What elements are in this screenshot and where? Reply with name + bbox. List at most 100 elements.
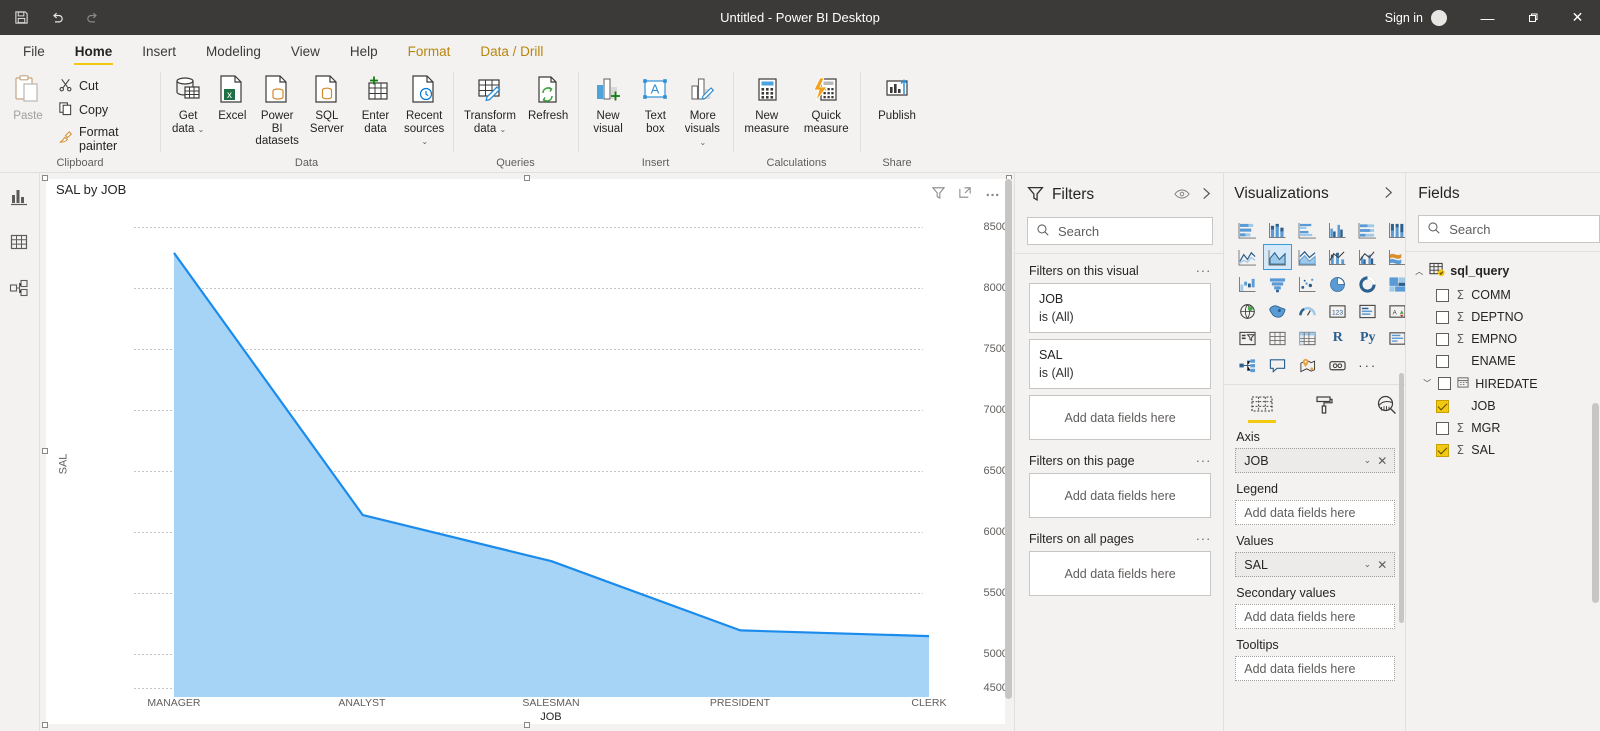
close-button[interactable]: ✕ — [1555, 0, 1600, 35]
well-dropzone-legend[interactable]: Add data fields here — [1235, 500, 1396, 525]
field-checkbox[interactable] — [1436, 332, 1450, 346]
focus-mode-icon[interactable] — [958, 185, 973, 203]
chevron-down-icon[interactable]: ⌄ — [1364, 559, 1372, 570]
viz-r-script-visual[interactable]: R — [1323, 325, 1352, 351]
sql-server-button[interactable]: SQL Server — [302, 70, 352, 137]
more-visuals-button[interactable]: More visuals ⌄ — [677, 70, 729, 152]
viz-scatter-chart[interactable] — [1293, 271, 1322, 297]
visualizations-scroll-thumb[interactable] — [1399, 373, 1405, 623]
redo-icon[interactable] — [82, 7, 104, 29]
excel-button[interactable]: x Excel — [212, 70, 252, 125]
viz-multi-row-card-visual[interactable] — [1353, 298, 1382, 324]
viz-format-tab[interactable] — [1308, 391, 1340, 421]
cut-button[interactable]: Cut — [52, 74, 156, 98]
fields-scroll-thumb[interactable] — [1592, 403, 1599, 603]
viz-filled-map-visual[interactable] — [1263, 298, 1292, 324]
ribbon-tab-insert[interactable]: Insert — [127, 40, 191, 65]
ribbon-tab-format[interactable]: Format — [393, 40, 466, 65]
restore-button[interactable] — [1510, 0, 1555, 35]
field-checkbox[interactable] — [1436, 421, 1450, 435]
new-visual-button[interactable]: New visual — [582, 70, 634, 137]
visualizations-scrollbar[interactable] — [1399, 373, 1405, 731]
data-view-button[interactable] — [3, 227, 35, 259]
filter-icon[interactable] — [931, 185, 946, 203]
fields-table-sql-query[interactable]: ︿ sql_query — [1406, 258, 1600, 284]
viz-clustered-bar-chart[interactable] — [1293, 217, 1322, 243]
remove-field-icon[interactable]: ✕ — [1377, 454, 1390, 468]
field-item-mgr[interactable]: Σ MGR — [1406, 417, 1600, 439]
remove-field-icon[interactable]: ✕ — [1377, 558, 1390, 572]
viz-qna-visual[interactable] — [1263, 352, 1292, 378]
chart-plot-area[interactable]: SAL 8500 8000 7500 7000 6500 6000 5500 5… — [46, 203, 1008, 724]
avatar[interactable] — [1431, 9, 1447, 26]
filters-visual-section-menu[interactable]: ··· — [1196, 264, 1212, 278]
viz-pie-chart[interactable] — [1323, 271, 1352, 297]
ribbon-tab-help[interactable]: Help — [335, 40, 393, 65]
well-chip-values-sal[interactable]: SAL ⌄ ✕ — [1235, 552, 1396, 577]
field-checkbox[interactable] — [1438, 377, 1452, 390]
chevron-up-icon[interactable]: ︿ — [1414, 266, 1424, 277]
field-item-sal[interactable]: Σ SAL — [1406, 439, 1600, 461]
viz-line-and-clustered-column-chart[interactable] — [1353, 244, 1382, 270]
recent-sources-button[interactable]: Recent sources ⌄ — [399, 70, 449, 151]
field-item-deptno[interactable]: Σ DEPTNO — [1406, 306, 1600, 328]
viz-slicer-visual[interactable] — [1233, 325, 1262, 351]
collapse-visualizations-chevron-right-icon[interactable] — [1382, 186, 1395, 202]
field-checkbox[interactable] — [1436, 354, 1450, 368]
power-bi-datasets-button[interactable]: Power BI datasets — [252, 70, 302, 150]
collapse-filters-chevron-right-icon[interactable] — [1200, 187, 1213, 203]
visual-container[interactable]: SAL by JOB SAL 8500 8000 7500 7000 6500 … — [41, 175, 1012, 728]
field-item-empno[interactable]: Σ EMPNO — [1406, 328, 1600, 350]
viz-line-chart[interactable] — [1233, 244, 1262, 270]
viz-more-visuals-options[interactable]: ··· — [1353, 352, 1382, 378]
minimize-button[interactable]: — — [1465, 0, 1510, 35]
viz-smart-narrative-visual[interactable] — [1323, 352, 1352, 378]
new-measure-button[interactable]: New measure — [737, 70, 797, 137]
ribbon-tab-view[interactable]: View — [276, 40, 335, 65]
eye-icon[interactable] — [1174, 188, 1190, 203]
filter-card-job[interactable]: JOB is (All) — [1028, 283, 1212, 333]
fields-search-input[interactable] — [1449, 221, 1591, 237]
report-canvas[interactable]: SAL by JOB SAL 8500 8000 7500 7000 6500 … — [39, 173, 1014, 731]
resize-handle-nw[interactable] — [41, 175, 48, 181]
viz-line-and-stacked-column-chart[interactable] — [1323, 244, 1352, 270]
field-checkbox[interactable] — [1436, 443, 1450, 457]
viz-map-visual[interactable] — [1233, 298, 1262, 324]
model-view-button[interactable] — [3, 273, 35, 305]
get-data-button[interactable]: Get data ⌄ — [164, 70, 212, 138]
text-box-button[interactable]: A Text box — [634, 70, 676, 137]
field-item-ename[interactable]: ENAME — [1406, 350, 1600, 372]
refresh-button[interactable]: Refresh — [523, 70, 573, 125]
filter-card-sal[interactable]: SAL is (All) — [1028, 339, 1212, 389]
filters-search-box[interactable] — [1026, 217, 1214, 245]
viz-clustered-column-chart[interactable] — [1323, 217, 1352, 243]
viz-stacked-area-chart[interactable] — [1293, 244, 1322, 270]
viz-card-visual[interactable]: 123 — [1323, 298, 1352, 324]
canvas-vertical-scrollbar[interactable] — [1004, 179, 1012, 731]
well-dropzone-secondary-values[interactable]: Add data fields here — [1235, 604, 1396, 629]
copy-button[interactable]: Copy — [52, 98, 156, 122]
publish-button[interactable]: Publish — [873, 70, 921, 125]
ribbon-tab-file[interactable]: File — [8, 40, 60, 65]
filters-allpages-dropzone[interactable]: Add data fields here — [1028, 551, 1212, 596]
undo-icon[interactable] — [46, 7, 68, 29]
filters-visual-dropzone[interactable]: Add data fields here — [1028, 395, 1212, 440]
viz-area-chart[interactable] — [1263, 244, 1293, 270]
viz-waterfall-chart[interactable] — [1233, 271, 1262, 297]
viz-stacked-bar-chart[interactable] — [1233, 217, 1262, 243]
viz-arcgis-map-visual[interactable] — [1293, 352, 1322, 378]
sign-in-button[interactable]: Sign in — [1377, 11, 1431, 25]
viz-fields-tab[interactable] — [1246, 391, 1278, 423]
paste-button[interactable]: Paste — [4, 70, 52, 125]
viz-donut-chart[interactable] — [1353, 271, 1382, 297]
transform-data-button[interactable]: Transform data ⌄ — [457, 70, 523, 138]
viz-python-visual[interactable]: Py — [1353, 325, 1382, 351]
resize-handle-n[interactable] — [523, 175, 530, 181]
viz-table-visual[interactable] — [1263, 325, 1292, 351]
viz-stacked-column-chart[interactable] — [1263, 217, 1292, 243]
quick-measure-button[interactable]: Quick measure — [797, 70, 857, 137]
fields-scrollbar[interactable] — [1592, 403, 1599, 731]
field-item-job[interactable]: JOB — [1406, 395, 1600, 417]
chevron-down-icon[interactable]: ⌄ — [1364, 455, 1372, 466]
chevron-down-icon[interactable]: ﹀ — [1422, 378, 1432, 389]
